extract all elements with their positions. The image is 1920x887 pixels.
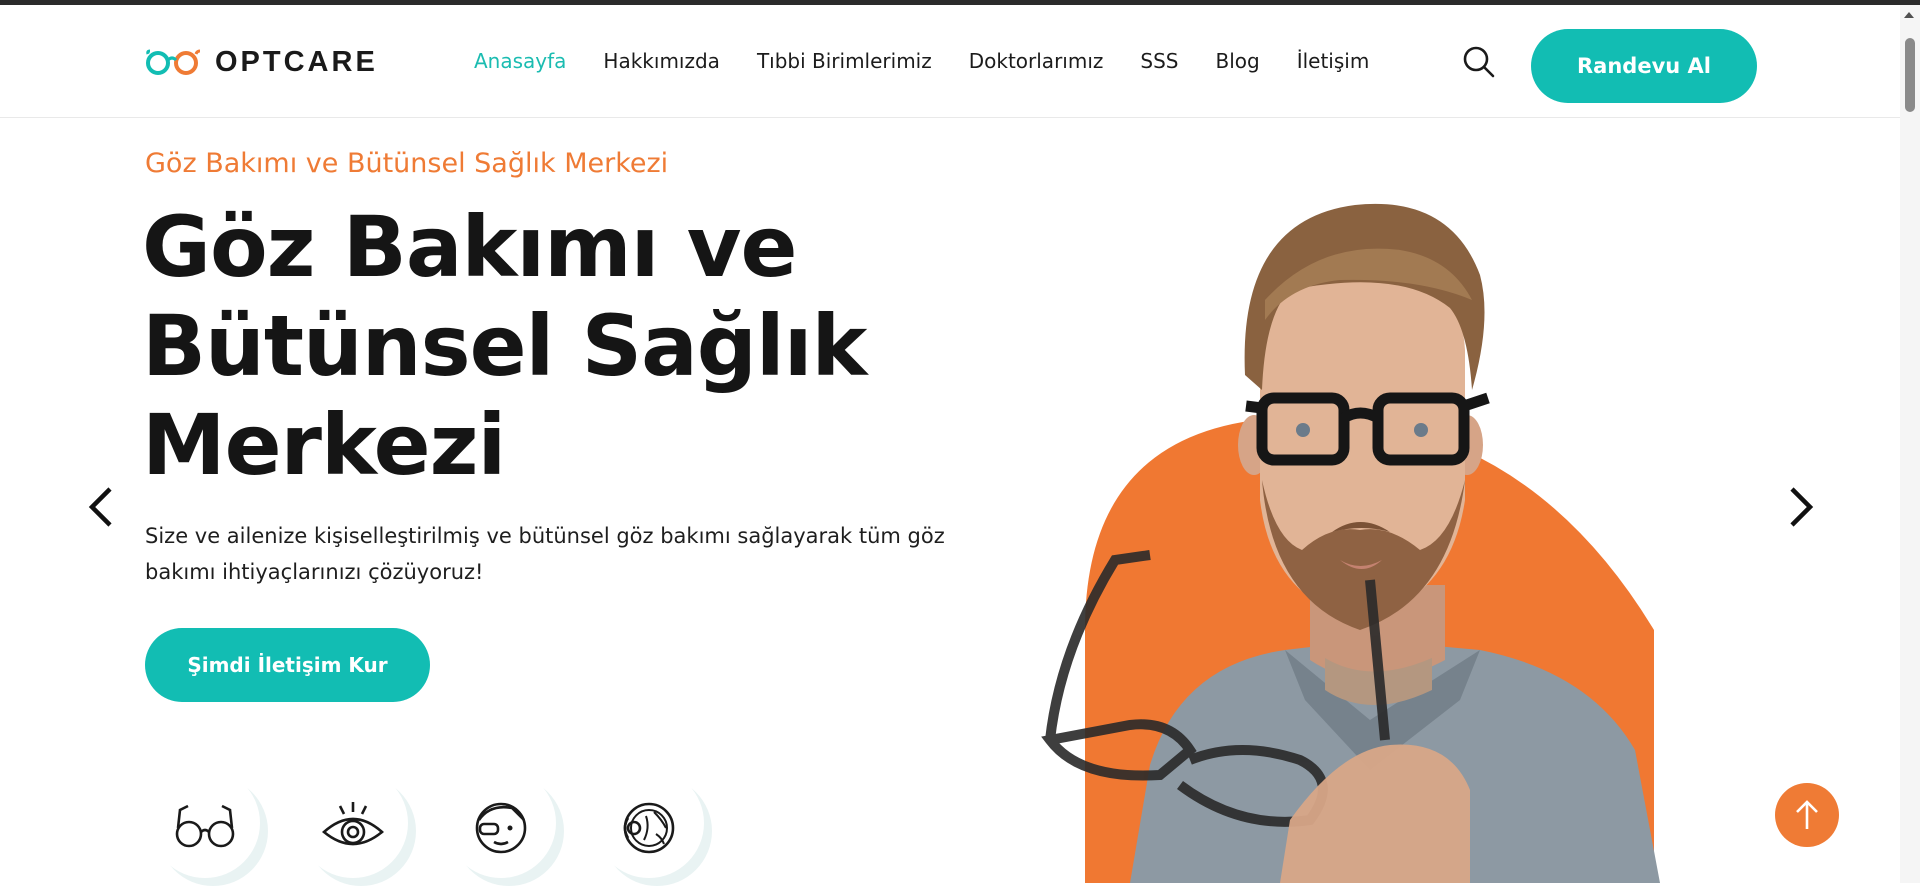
service-glasses[interactable] <box>150 768 268 886</box>
hero-description-line-2: bakımı ihtiyaçlarınızı çözüyoruz! <box>145 560 484 584</box>
nav-item-hakkimizda[interactable]: Hakkımızda <box>603 49 720 73</box>
eye-patient-icon <box>475 802 527 854</box>
eye-icon <box>322 802 384 846</box>
nav-item-doktorlarimiz[interactable]: Doktorlarımız <box>969 49 1104 73</box>
contact-now-button[interactable]: Şimdi İletişim Kur <box>145 628 430 702</box>
headline-line-3: Merkezi <box>142 396 506 494</box>
service-eye-patient[interactable] <box>446 768 564 886</box>
main-nav: Anasayfa Hakkımızda Tıbbi Birimlerimiz D… <box>474 49 1406 73</box>
headline-line-1: Göz Bakımı ve <box>142 198 797 296</box>
scrollbar[interactable] <box>1900 5 1920 883</box>
scrollbar-thumb[interactable] <box>1905 38 1915 112</box>
logo-text: OPTCARE <box>215 45 378 78</box>
hero-eyebrow: Göz Bakımı ve Bütünsel Sağlık Merkezi <box>145 148 669 179</box>
chevron-left-icon[interactable] <box>82 484 122 530</box>
chevron-right-icon[interactable] <box>1780 484 1820 530</box>
arrow-up-icon <box>1796 800 1818 829</box>
eyeball-anatomy-icon <box>623 802 675 854</box>
nav-item-tibbi-birimlerimiz[interactable]: Tıbbi Birimlerimiz <box>757 49 932 73</box>
back-to-top-button[interactable] <box>1775 783 1839 847</box>
hero-image <box>1040 180 1680 883</box>
glasses-icon <box>175 804 235 848</box>
nav-item-anasayfa[interactable]: Anasayfa <box>474 49 566 73</box>
headline-line-2: Bütünsel Sağlık <box>142 297 867 395</box>
nav-item-iletisim[interactable]: İletişim <box>1297 49 1370 73</box>
service-eye[interactable] <box>298 768 416 886</box>
hero-description: Size ve ailenize kişiselleştirilmiş ve b… <box>145 518 945 590</box>
logo[interactable]: OPTCARE <box>145 45 378 78</box>
nav-item-blog[interactable]: Blog <box>1215 49 1259 73</box>
logo-glasses-icon <box>146 49 201 75</box>
nav-item-sss[interactable]: SSS <box>1140 49 1178 73</box>
hero-headline: Göz Bakımı ve Bütünsel Sağlık Merkezi <box>142 198 962 495</box>
service-icons <box>150 768 742 886</box>
site-header: OPTCARE Anasayfa Hakkımızda Tıbbi Biriml… <box>0 5 1900 118</box>
scroll-up-icon[interactable] <box>1904 12 1914 18</box>
service-eyeball[interactable] <box>594 768 712 886</box>
hero-description-line-1: Size ve ailenize kişiselleştirilmiş ve b… <box>145 524 945 548</box>
appointment-button[interactable]: Randevu Al <box>1531 29 1757 103</box>
search-icon[interactable] <box>1462 45 1496 79</box>
